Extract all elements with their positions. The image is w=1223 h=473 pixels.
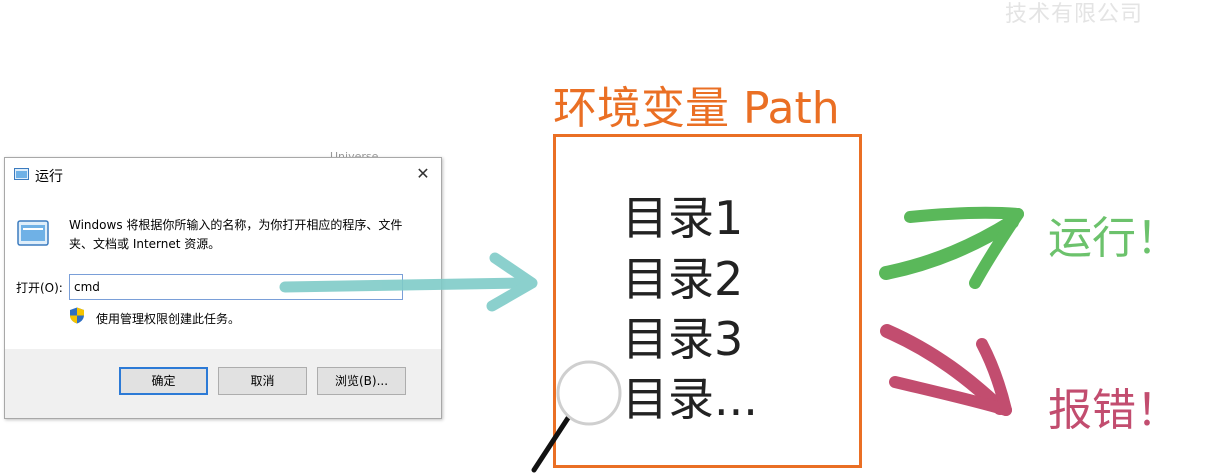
magnifier-icon (531, 360, 622, 473)
success-arrow-icon (879, 206, 1024, 289)
arrow-right-icon (279, 252, 538, 312)
annotation-layer (279, 206, 1024, 473)
error-arrow-icon (880, 324, 1012, 416)
